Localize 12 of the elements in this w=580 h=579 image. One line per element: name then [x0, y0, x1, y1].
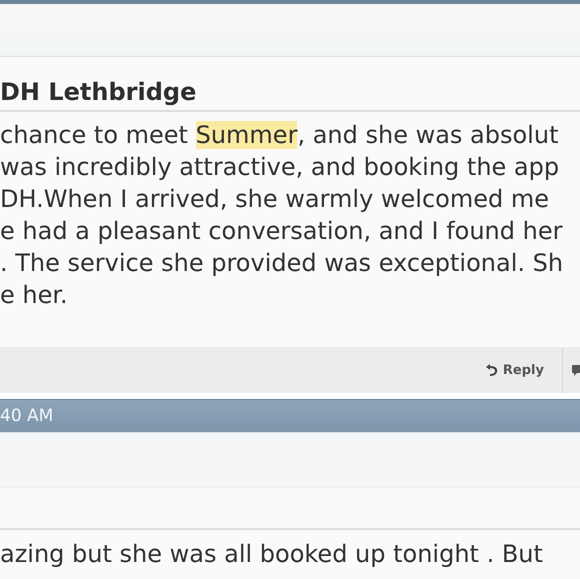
post-text: . The service she provided was exceptional. Sh: [0, 248, 564, 279]
reply-icon: [484, 363, 499, 377]
post-time: 40 AM: [0, 406, 54, 426]
post-text: was incredibly attractive, and booking the app: [0, 152, 560, 183]
post-text: DH.When I arrived, she warmly welcomed me: [0, 184, 550, 215]
post-text: e had a pleasant conversation, and I found her: [0, 216, 564, 247]
post-text: azing but she was all booked up tonight . But: [0, 539, 544, 570]
post-text: chance to meet Summer, and she was absolut: [0, 120, 560, 151]
reply-button[interactable]: Reply: [484, 347, 563, 393]
post-text: e her.: [0, 280, 69, 311]
quote-icon[interactable]: [572, 363, 580, 377]
post-title: DH Lethbridge: [0, 78, 196, 106]
